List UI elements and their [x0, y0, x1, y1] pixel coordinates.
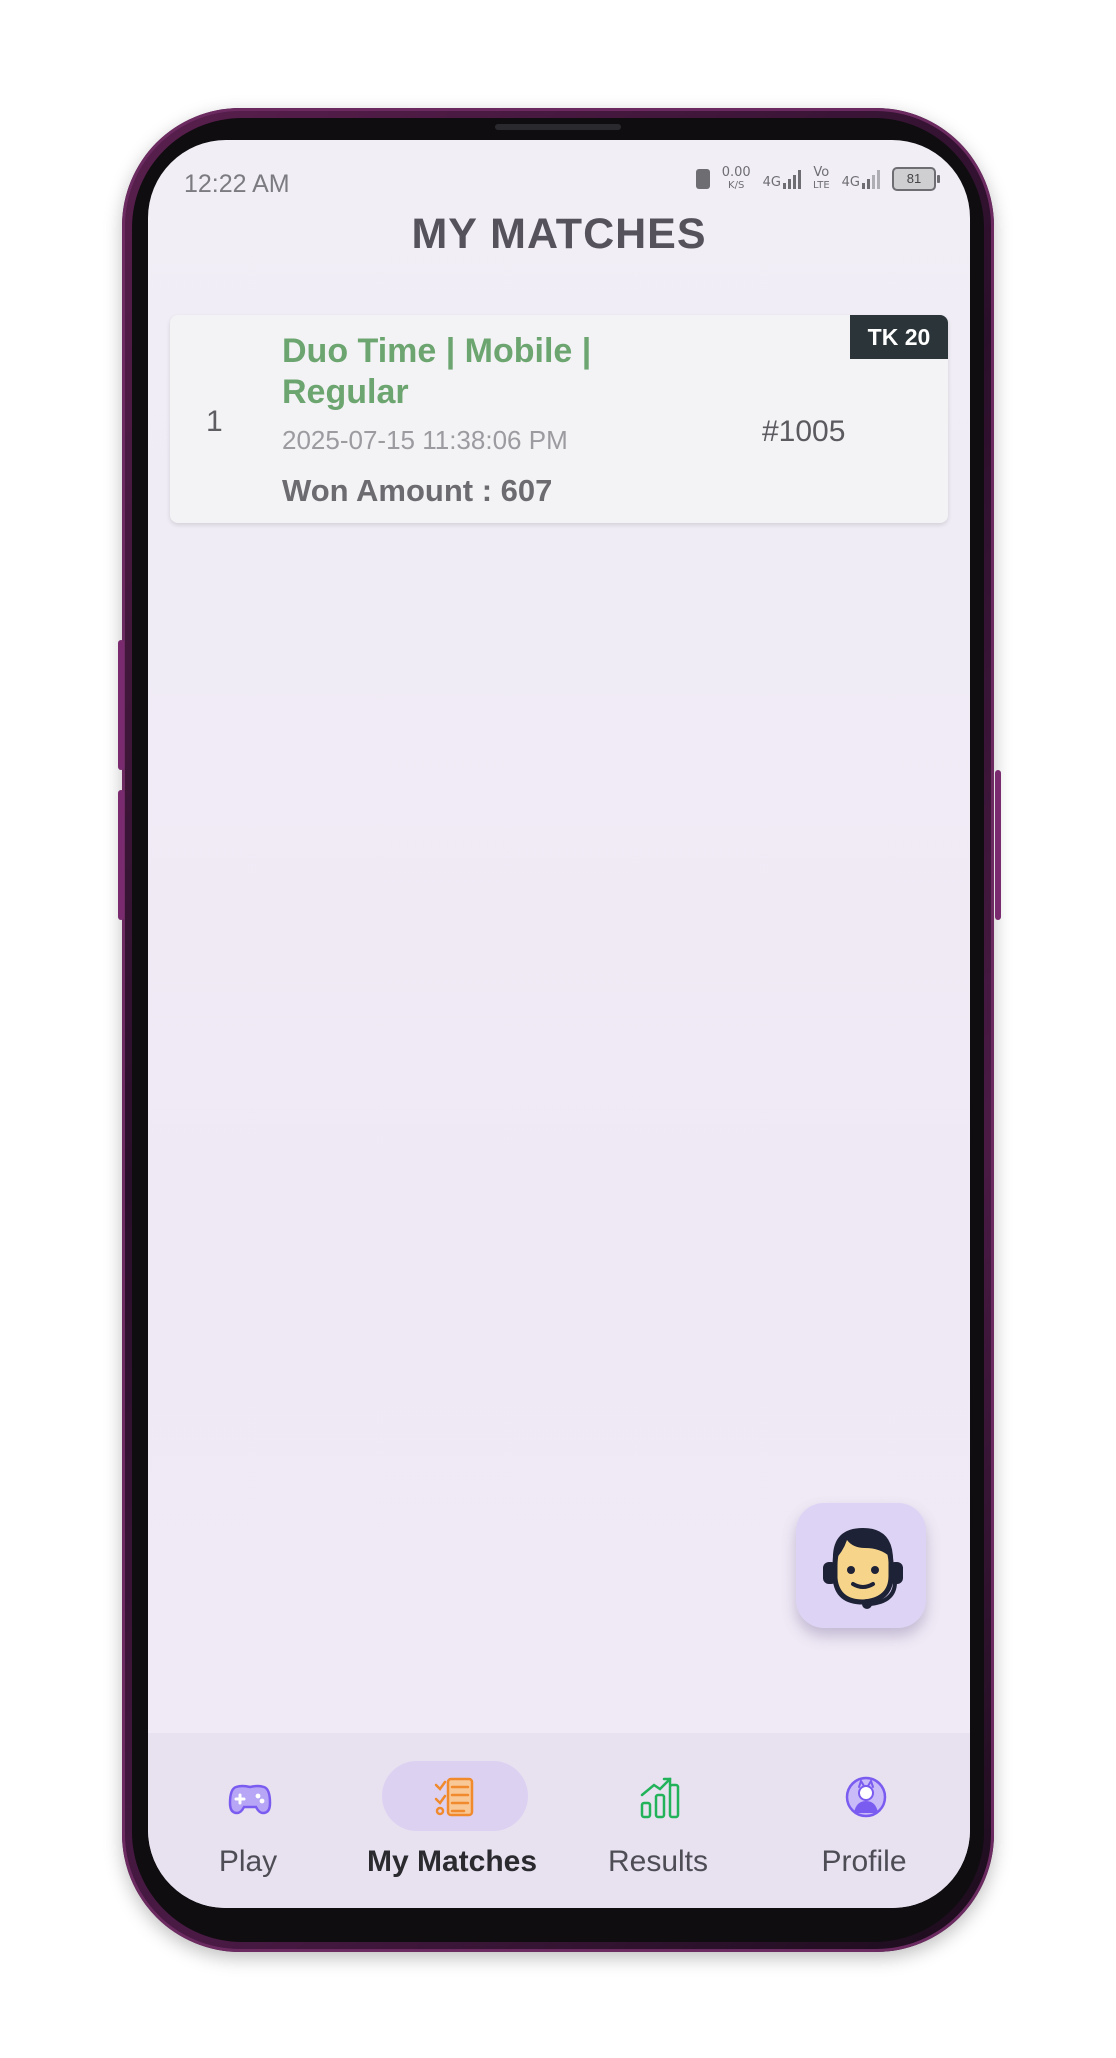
- match-won-amount: Won Amount : 607: [282, 473, 553, 508]
- support-button[interactable]: [796, 1503, 926, 1628]
- sim1-signal: 4G: [762, 169, 802, 190]
- earpiece: [495, 124, 621, 130]
- nav-label: Results: [607, 1845, 709, 1878]
- signal-bars-icon: [783, 169, 802, 189]
- gamepad-icon: [228, 1784, 272, 1815]
- status-time: 12:22 AM: [184, 170, 290, 198]
- sim2-type: 4G: [841, 175, 860, 190]
- avatar-icon: [845, 1776, 887, 1818]
- side-button: [118, 640, 124, 770]
- match-index: 1: [206, 405, 223, 438]
- sim1-type: 4G: [762, 175, 782, 190]
- chart-up-icon: [640, 1777, 680, 1819]
- match-title: Duo Time | Mobile | Regular: [282, 332, 592, 411]
- nav-label: Profile: [821, 1845, 907, 1878]
- status-icons: 0.00 K/S 4G Vo LTE 4G 81: [695, 166, 940, 192]
- entry-fee-badge: TK 20: [850, 315, 948, 359]
- page-title: MY MATCHES: [411, 210, 707, 258]
- volte-bottom: LTE: [813, 180, 830, 191]
- battery-icon: 81: [892, 167, 940, 191]
- nav-item-results[interactable]: Results: [558, 1733, 758, 1908]
- nav-item-play[interactable]: Play: [148, 1733, 348, 1908]
- signal-bars-icon: [862, 169, 880, 189]
- match-datetime: 2025-07-15 11:38:06 PM: [282, 425, 568, 455]
- volte-indicator: Vo LTE: [813, 166, 830, 192]
- sim2-signal: 4G: [842, 169, 880, 189]
- bottom-nav: Play My Matches Results Profile: [148, 1733, 970, 1908]
- network-speed-value: 0.00: [721, 165, 751, 180]
- vibrate-icon: [695, 169, 710, 189]
- network-speed: 0.00 K/S: [722, 166, 751, 192]
- network-speed-unit: K/S: [728, 180, 745, 191]
- nav-label: Play: [218, 1845, 278, 1878]
- customer-support-agent-icon: [823, 1527, 903, 1609]
- list-icon: [434, 1777, 474, 1817]
- nav-item-profile[interactable]: Profile: [764, 1733, 964, 1908]
- match-id: #1005: [762, 415, 846, 448]
- volte-top: Vo: [813, 165, 830, 180]
- nav-item-my-matches[interactable]: My Matches: [352, 1733, 552, 1908]
- side-button: [118, 790, 124, 920]
- nav-label: My Matches: [366, 1845, 538, 1878]
- side-button: [995, 770, 1001, 920]
- match-card[interactable]: 1 Duo Time | Mobile | Regular 2025-07-15…: [170, 315, 948, 523]
- app-screen: 12:22 AM 0.00 K/S 4G Vo LTE 4G 81 MY MAT…: [148, 140, 970, 1908]
